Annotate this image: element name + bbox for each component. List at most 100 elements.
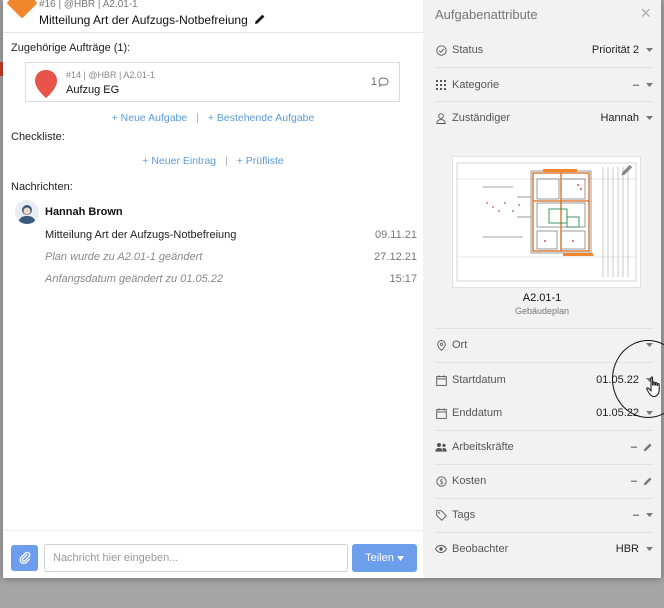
costs-row[interactable]: $ Kosten – bbox=[435, 471, 653, 491]
eye-icon bbox=[435, 543, 447, 555]
workers-row[interactable]: Arbeitskräfte – bbox=[435, 437, 653, 457]
status-label: Status bbox=[452, 44, 484, 56]
task-title: Mitteilung Art der Aufzugs-Notbefreiung bbox=[39, 13, 248, 27]
category-label: Kategorie bbox=[452, 79, 500, 91]
location-pin-icon bbox=[35, 70, 57, 98]
attach-button[interactable] bbox=[11, 545, 38, 571]
people-icon bbox=[435, 441, 447, 453]
pencil-icon[interactable] bbox=[643, 442, 653, 452]
related-task-meta: #14 | @HBR | A2.01-1 bbox=[66, 70, 155, 80]
workers-value: – bbox=[630, 441, 637, 453]
end-date-label: Enddatum bbox=[452, 407, 503, 419]
comment-count-value: 1 bbox=[370, 76, 377, 88]
related-task-card[interactable]: #14 | @HBR | A2.01-1 Aufzug EG 1 bbox=[25, 62, 400, 102]
plan-name: A2.01-1 bbox=[522, 292, 562, 304]
message-row: Plan wurde zu A2.01-1 geändert 27.12.21 bbox=[45, 251, 417, 263]
new-task-link[interactable]: + Neue Aufgabe bbox=[112, 112, 188, 124]
tag-icon bbox=[435, 509, 447, 521]
share-button[interactable]: Teilen bbox=[352, 544, 417, 572]
comment-count: 1 bbox=[371, 76, 389, 88]
calendar-icon bbox=[435, 374, 447, 386]
caret-down-icon bbox=[645, 81, 653, 89]
related-tasks-label: Zugehörige Aufträge (1): bbox=[11, 42, 131, 54]
task-detail-panel: #16 | @HBR | A2.01-1 Mitteilung Art der … bbox=[3, 0, 423, 578]
caret-down-icon bbox=[645, 545, 653, 553]
tags-label: Tags bbox=[452, 509, 476, 521]
location-label: Ort bbox=[452, 339, 468, 351]
attr-divider bbox=[435, 464, 653, 465]
comment-icon bbox=[378, 77, 389, 87]
start-date-label: Startdatum bbox=[452, 374, 506, 386]
attr-divider bbox=[435, 67, 653, 68]
assignee-row[interactable]: Zuständiger Hannah bbox=[435, 108, 653, 128]
caret-down-icon bbox=[645, 46, 653, 54]
observer-row[interactable]: Beobachter HBR bbox=[435, 539, 653, 559]
costs-label: Kosten bbox=[452, 475, 487, 487]
category-grid-icon bbox=[435, 79, 447, 91]
attributes-title: Aufgabenattribute bbox=[435, 7, 538, 22]
message-row: Mitteilung Art der Aufzugs-Notbefreiung … bbox=[45, 229, 417, 241]
checklist-links-row: + Neuer Eintrag | + Prüfliste bbox=[3, 155, 423, 167]
assignee-label: Zuständiger bbox=[452, 112, 511, 124]
costs-value: – bbox=[630, 475, 637, 487]
map-pin-icon bbox=[435, 339, 447, 351]
pencil-icon[interactable] bbox=[643, 476, 653, 486]
message-text: Plan wurde zu A2.01-1 geändert bbox=[45, 251, 203, 263]
link-separator: | bbox=[225, 155, 228, 167]
task-diamond-icon bbox=[6, 0, 38, 19]
new-entry-link[interactable]: + Neuer Eintrag bbox=[142, 155, 216, 167]
attr-divider bbox=[435, 328, 653, 329]
status-value: Priorität 2 bbox=[591, 44, 639, 56]
tags-value: – bbox=[632, 509, 639, 521]
category-value: – bbox=[632, 79, 639, 91]
share-button-label: Teilen bbox=[365, 552, 394, 564]
message-date: 15:17 bbox=[389, 273, 417, 285]
workers-label: Arbeitskräfte bbox=[452, 441, 514, 453]
tags-row[interactable]: Tags – bbox=[435, 505, 653, 525]
task-modal: #16 | @HBR | A2.01-1 Mitteilung Art der … bbox=[3, 0, 661, 578]
assignee-value: Hannah bbox=[600, 112, 639, 124]
hand-cursor-icon bbox=[646, 376, 660, 398]
end-date-row[interactable]: Enddatum 01.05.22 bbox=[435, 403, 653, 423]
paperclip-icon bbox=[19, 551, 30, 565]
link-separator: | bbox=[196, 112, 199, 124]
message-date: 27.12.21 bbox=[374, 251, 417, 263]
message-date: 09.11.21 bbox=[374, 229, 417, 241]
message-text: Anfangsdatum geändert zu 01.05.22 bbox=[45, 273, 223, 285]
task-title-row[interactable]: Mitteilung Art der Aufzugs-Notbefreiung bbox=[39, 13, 266, 27]
existing-task-link[interactable]: + Bestehende Aufgabe bbox=[208, 112, 315, 124]
svg-text:$: $ bbox=[439, 478, 443, 486]
calendar-icon bbox=[435, 407, 447, 419]
dollar-icon: $ bbox=[435, 475, 447, 487]
attr-divider bbox=[435, 532, 653, 533]
message-row: Anfangsdatum geändert zu 01.05.22 15:17 bbox=[45, 273, 417, 285]
related-links-row: + Neue Aufgabe | + Bestehende Aufgabe bbox=[3, 112, 423, 124]
related-task-title: Aufzug EG bbox=[66, 84, 120, 96]
message-author: Hannah Brown bbox=[45, 206, 123, 218]
category-row[interactable]: Kategorie – bbox=[435, 75, 653, 95]
attr-divider bbox=[435, 101, 653, 102]
message-input[interactable] bbox=[44, 544, 348, 572]
checklist-link[interactable]: + Prüfliste bbox=[237, 155, 284, 167]
messages-label: Nachrichten: bbox=[11, 181, 73, 193]
attr-divider bbox=[435, 430, 653, 431]
close-icon[interactable]: × bbox=[640, 4, 651, 22]
attr-divider bbox=[435, 498, 653, 499]
pencil-icon[interactable] bbox=[254, 13, 266, 25]
status-check-icon bbox=[435, 44, 447, 56]
plan-type: Gebäudeplan bbox=[514, 306, 570, 316]
header-divider bbox=[3, 32, 423, 33]
message-composer: Teilen bbox=[3, 530, 423, 578]
pencil-icon[interactable] bbox=[620, 163, 634, 177]
attributes-panel: Aufgabenattribute × Status Priorität 2 K… bbox=[423, 0, 661, 578]
avatar bbox=[15, 200, 39, 224]
observer-value: HBR bbox=[615, 543, 639, 555]
caret-down-icon bbox=[645, 114, 653, 122]
plan-thumbnail[interactable] bbox=[452, 156, 641, 288]
status-row[interactable]: Status Priorität 2 bbox=[435, 40, 653, 60]
caret-down-icon bbox=[396, 555, 404, 561]
checklist-label: Checkliste: bbox=[11, 131, 65, 143]
user-icon bbox=[435, 112, 447, 124]
caret-down-icon bbox=[645, 511, 653, 519]
backdrop-bottom bbox=[0, 578, 664, 608]
